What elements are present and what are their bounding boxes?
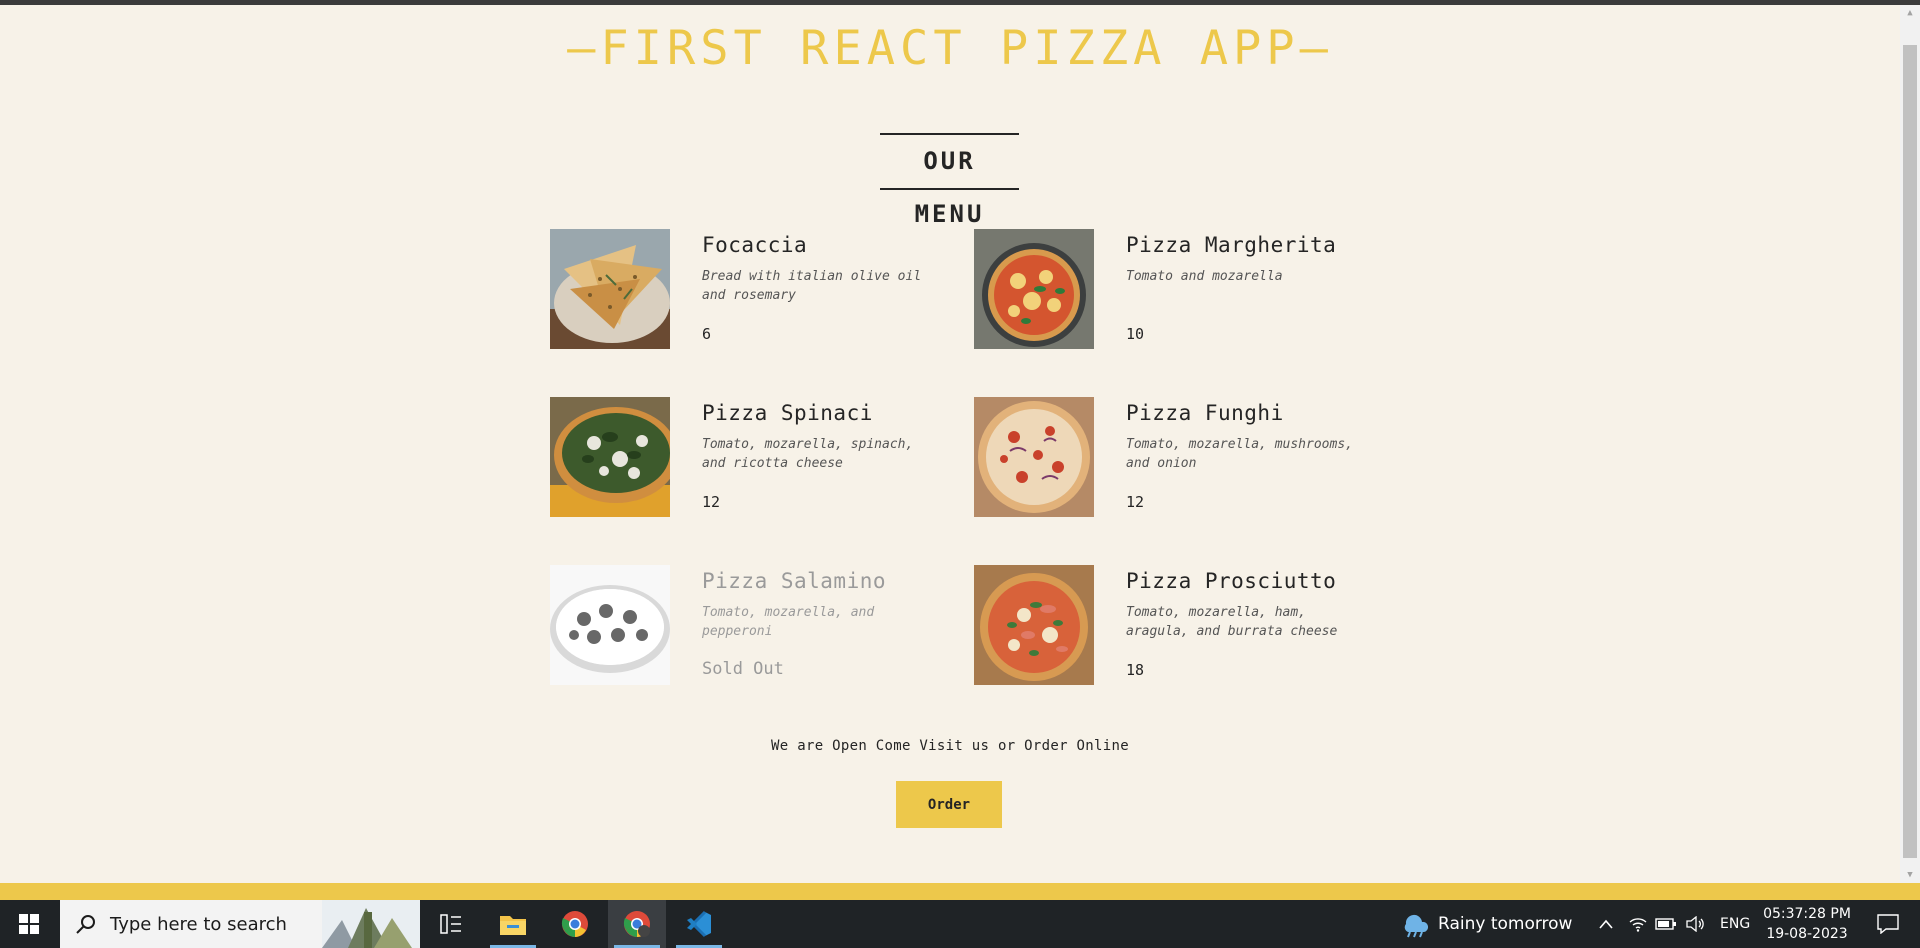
search-highlight-art [322, 900, 420, 948]
taskbar-search-placeholder: Type here to search [110, 914, 287, 935]
scroll-up-icon[interactable]: ▲ [1900, 5, 1920, 21]
file-explorer-icon[interactable] [484, 900, 542, 948]
pizza-item-salamino: Pizza Salamino Tomato, mozarella, and pe… [550, 565, 960, 685]
pizza-item-margherita: Pizza Margherita Tomato and mozarella 10 [974, 229, 1384, 349]
pizza-name: Pizza Funghi [1126, 401, 1284, 425]
sold-out-label: Sold Out [702, 659, 784, 679]
footer-accent-band [0, 883, 1920, 900]
menu-title: Our Menu [914, 147, 985, 228]
app-header: —First React Pizza App— [0, 21, 1900, 76]
app-title: —First React Pizza App— [567, 21, 1333, 76]
pizza-item-spinaci: Pizza Spinaci Tomato, mozarella, spinach… [550, 397, 960, 517]
speaker-icon[interactable] [1682, 900, 1710, 948]
pizza-price: 12 [1126, 493, 1145, 511]
rain-cloud-icon [1404, 914, 1429, 938]
pizza-ingredients: Tomato and mozarella [1126, 269, 1283, 284]
pizza-price: 18 [1126, 661, 1145, 679]
spinaci-image [550, 397, 670, 517]
open-status-text: We are Open Come Visit us or Order Onlin… [771, 738, 1129, 754]
pizza-ingredients: Tomato, mozarella, spinach, and ricotta … [702, 437, 914, 471]
page-scrollbar[interactable]: ▲ ▼ [1900, 5, 1920, 883]
pizza-name: Pizza Prosciutto [1126, 569, 1337, 593]
pizza-item-prosciutto: Pizza Prosciutto Tomato, mozarella, ham,… [974, 565, 1384, 685]
pizza-ingredients: Bread with italian olive oil and rosemar… [702, 269, 922, 303]
chrome-icon[interactable] [546, 900, 604, 948]
menu-heading: Our Menu [880, 133, 1019, 228]
weather-widget[interactable]: Rainy tomorrow [1400, 900, 1572, 948]
pizza-photo [550, 397, 670, 517]
wifi-icon[interactable] [1624, 900, 1652, 948]
salamino-image [550, 565, 670, 685]
order-button[interactable]: Order [896, 781, 1002, 828]
clock-time: 05:37:28 PM [1763, 906, 1851, 922]
search-icon [76, 915, 95, 934]
pizza-price: 12 [702, 493, 721, 511]
notification-icon[interactable] [1866, 900, 1910, 948]
battery-icon[interactable] [1652, 900, 1680, 948]
chevron-up-icon[interactable] [1592, 900, 1620, 948]
prosciutto-image [974, 565, 1094, 685]
taskbar: Type here to search Rainy tomorrow ENG 0… [0, 900, 1920, 948]
pizza-ingredients: Tomato, mozarella, ham, aragula, and bur… [1126, 605, 1338, 639]
pizza-photo [974, 565, 1094, 685]
vscode-icon[interactable] [670, 900, 728, 948]
scroll-down-icon[interactable]: ▼ [1900, 867, 1920, 883]
pizza-item-funghi: Pizza Funghi Tomato, mozarella, mushroom… [974, 397, 1384, 517]
clock-date: 19-08-2023 [1766, 926, 1848, 942]
pizza-ingredients: Tomato, mozarella, mushrooms, and onion [1126, 437, 1353, 471]
pizza-name: Pizza Margherita [1126, 233, 1337, 257]
focaccia-image [550, 229, 670, 349]
margherita-image [974, 229, 1094, 349]
windows-start-icon[interactable] [0, 900, 58, 948]
weather-text: Rainy tomorrow [1438, 914, 1573, 934]
pizza-photo [974, 229, 1094, 349]
language-indicator[interactable]: ENG [1720, 900, 1750, 948]
system-clock[interactable]: 05:37:28 PM 19-08-2023 [1762, 904, 1852, 944]
scrollbar-thumb[interactable] [1903, 45, 1917, 858]
pizza-name: Pizza Salamino [702, 569, 887, 593]
pizza-ingredients: Tomato, mozarella, and pepperoni [702, 605, 875, 639]
pizza-item-focaccia: Focaccia Bread with italian olive oil an… [550, 229, 960, 349]
task-view-icon[interactable] [422, 900, 480, 948]
browser-viewport: —First React Pizza App— Our Menu Focacc [0, 5, 1900, 883]
pizza-photo [550, 229, 670, 349]
pizza-photo [974, 397, 1094, 517]
pizza-name: Focaccia [702, 233, 808, 257]
pizza-price: 10 [1126, 325, 1145, 343]
taskbar-search-box[interactable]: Type here to search [60, 900, 420, 948]
pizza-price: 6 [702, 325, 712, 343]
chrome-icon[interactable] [608, 900, 666, 948]
pizza-name: Pizza Spinaci [702, 401, 873, 425]
pizza-photo [550, 565, 670, 685]
funghi-image [974, 397, 1094, 517]
